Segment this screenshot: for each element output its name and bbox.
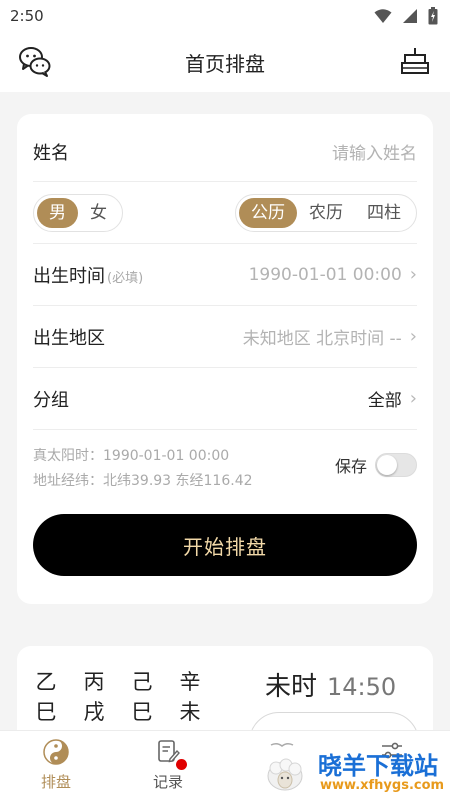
birth-time-row[interactable]: 出生时间 (必填) 1990-01-01 00:00 › — [33, 244, 417, 306]
calendar-lunar-option[interactable]: 农历 — [297, 198, 355, 228]
gender-female-option[interactable]: 女 — [78, 198, 119, 228]
app-header: 首页排盘 — [0, 32, 450, 92]
save-toggle-group: 保存 — [335, 453, 417, 477]
birth-time-label-group: 出生时间 (必填) — [33, 262, 143, 288]
watermark-en-text: www.xfhygs.com — [320, 778, 445, 793]
watermark-cn-text: 晓羊下载站 — [318, 752, 438, 780]
heavenly-stems-row: 乙 丙 己 辛 — [35, 666, 201, 696]
stem-month: 丙 — [83, 670, 105, 694]
start-chart-button[interactable]: 开始排盘 — [33, 514, 417, 576]
birth-place-value-group: 未知地区 北京时间 -- › — [243, 324, 417, 349]
save-toggle[interactable] — [375, 453, 417, 477]
name-label: 姓名 — [33, 142, 69, 164]
hour-time: 14:50 — [327, 673, 397, 701]
status-time: 2:50 — [10, 7, 44, 25]
gender-male-option[interactable]: 男 — [37, 197, 78, 228]
four-pillars: 乙 丙 己 辛 巳 戌 巳 未 — [35, 666, 201, 726]
group-label: 分组 — [33, 389, 69, 411]
branch-year: 巳 — [35, 700, 57, 724]
chevron-right-icon: › — [409, 388, 417, 409]
branch-day: 巳 — [131, 700, 153, 724]
chevron-right-icon: › — [409, 326, 417, 347]
group-value: 全部 — [367, 391, 402, 411]
wechat-icon[interactable] — [18, 45, 52, 79]
chart-form-card: 姓名 请输入姓名 男 女 公历 农历 四柱 出生时间 (必填) 1990-01-0… — [17, 114, 433, 604]
nav-item-records[interactable]: 记录 — [138, 737, 198, 792]
status-bar: 2:50 — [0, 0, 450, 32]
birth-time-label: 出生时间 — [33, 265, 105, 287]
wifi-icon — [374, 9, 392, 23]
group-value-group: 全部 › — [368, 386, 417, 411]
birth-place-value: 未知地区 北京时间 -- — [242, 329, 402, 349]
hour-name: 未时 — [265, 672, 318, 702]
birthday-cake-icon[interactable] — [400, 46, 430, 76]
gender-selector[interactable]: 男 女 — [33, 193, 123, 232]
birth-time-value-group: 1990-01-01 00:00 › — [249, 264, 417, 285]
birth-place-row[interactable]: 出生地区 未知地区 北京时间 -- › — [33, 306, 417, 368]
yin-yang-icon — [43, 739, 69, 765]
coordinates-text: 地址经纬：北纬39.93 东经116.42 — [33, 473, 253, 489]
name-row[interactable]: 姓名 请输入姓名 — [33, 122, 417, 182]
toggle-knob — [377, 455, 397, 475]
solar-time-text: 真太阳时：1990-01-01 00:00 — [33, 448, 230, 464]
status-icons — [374, 7, 438, 25]
options-row: 男 女 公历 农历 四柱 — [33, 182, 417, 244]
nav-label-records: 记录 — [152, 773, 183, 791]
stem-hour: 辛 — [179, 670, 201, 694]
current-hour: 未时 14:50 — [265, 666, 396, 703]
watermark: 晓羊下载站 www.xfhygs.com — [262, 746, 450, 800]
sheep-logo-icon — [267, 758, 303, 791]
birth-place-label: 出生地区 — [33, 327, 105, 349]
earthly-branches-row: 巳 戌 巳 未 — [35, 696, 201, 726]
notification-badge — [176, 759, 187, 770]
chevron-right-icon: › — [409, 264, 417, 285]
branch-hour: 未 — [179, 700, 201, 724]
stem-year: 乙 — [35, 670, 57, 694]
location-info: 真太阳时：1990-01-01 00:00 地址经纬：北纬39.93 东经116… — [33, 444, 253, 494]
name-input[interactable]: 请输入姓名 — [332, 139, 417, 164]
page-title: 首页排盘 — [185, 51, 265, 76]
calendar-solar-option[interactable]: 公历 — [239, 197, 297, 228]
nav-label-chart: 排盘 — [40, 773, 71, 791]
branch-month: 戌 — [83, 700, 105, 724]
group-row[interactable]: 分组 全部 › — [33, 368, 417, 430]
nav-item-chart[interactable]: 排盘 — [26, 737, 86, 792]
stem-day: 己 — [131, 670, 153, 694]
calendar-selector[interactable]: 公历 农历 四柱 — [235, 193, 417, 232]
battery-icon — [428, 7, 438, 25]
save-label: 保存 — [334, 457, 367, 476]
birth-time-value: 1990-01-01 00:00 — [248, 264, 402, 285]
signal-icon — [403, 9, 417, 23]
calendar-four-pillars-option[interactable]: 四柱 — [355, 198, 413, 228]
required-hint: (必填) — [107, 270, 144, 286]
